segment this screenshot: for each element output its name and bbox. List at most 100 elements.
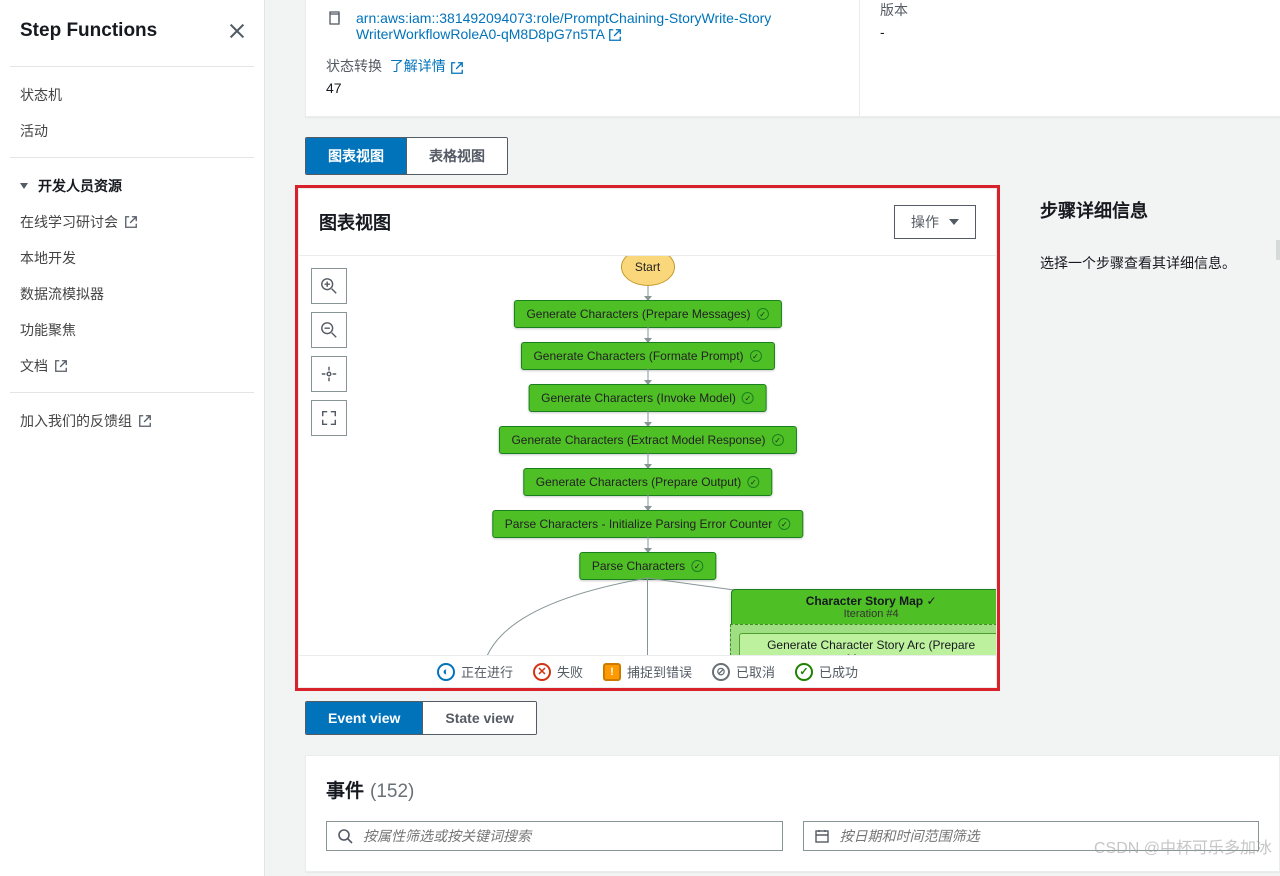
node-step[interactable]: Generate Characters (Invoke Model)✓ xyxy=(528,384,767,412)
copy-icon[interactable] xyxy=(326,10,342,26)
node-step[interactable]: Parse Characters - Initialize Parsing Er… xyxy=(492,510,803,538)
sidebar-item-statemachines[interactable]: 状态机 xyxy=(0,77,264,113)
graph-canvas[interactable]: Start Generate Characters (Prepare Messa… xyxy=(299,255,996,655)
highlighted-region: 图表视图 操作 Start Generate Characters (Prepa… xyxy=(295,185,1000,691)
chevron-down-icon xyxy=(949,219,959,225)
sidebar-item-label: 活动 xyxy=(20,121,48,141)
node-step[interactable]: Generate Characters (Extract Model Respo… xyxy=(498,426,796,454)
learn-more-link[interactable]: 了解详情 xyxy=(390,58,464,74)
check-icon: ✓ xyxy=(742,392,754,404)
sidebar-item-dataflow[interactable]: 数据流模拟器 xyxy=(0,276,264,312)
legend-label: 已成功 xyxy=(819,662,858,681)
external-link-icon xyxy=(450,61,464,75)
sidebar-item-localdev[interactable]: 本地开发 xyxy=(0,240,264,276)
event-tabs: Event view State view xyxy=(305,701,537,735)
chevron-down-icon xyxy=(20,183,28,189)
step-detail-panel: 步骤详细信息 选择一个步骤查看其详细信息。 xyxy=(1020,175,1280,701)
events-search-box[interactable] xyxy=(326,821,783,851)
legend-label: 已取消 xyxy=(736,662,775,681)
divider xyxy=(10,66,254,67)
node-step[interactable]: Parse Characters✓ xyxy=(579,552,716,580)
calendar-icon xyxy=(814,828,830,844)
search-icon xyxy=(337,828,353,844)
sidebar-item-label: 状态机 xyxy=(20,85,62,105)
check-icon: ✓ xyxy=(772,434,784,446)
external-link-icon xyxy=(54,359,68,373)
events-date-input[interactable] xyxy=(840,828,1249,844)
external-link-icon xyxy=(608,28,622,42)
check-icon: ✓ xyxy=(757,308,769,320)
legend: ◐ 正在进行 ✕ 失败 ! 捕捉到错误 ⊘ 已取消 ✓ 已成功 xyxy=(299,655,996,687)
map-iteration: Iteration #4 xyxy=(740,608,996,620)
legend-label: 捕捉到错误 xyxy=(627,662,692,681)
error-icon: ✕ xyxy=(533,663,551,681)
tab-event-view[interactable]: Event view xyxy=(306,702,422,734)
close-icon[interactable] xyxy=(228,22,246,40)
warning-icon: ! xyxy=(603,663,621,681)
sidebar: Step Functions 状态机 活动 开发人员资源 在线学习研讨会 本地开… xyxy=(0,0,265,876)
sidebar-item-feedback[interactable]: 加入我们的反馈组 xyxy=(0,403,264,439)
zoom-out-button[interactable] xyxy=(311,312,347,348)
step-detail-title: 步骤详细信息 xyxy=(1040,197,1264,223)
events-card: 事件(152) xyxy=(305,755,1280,872)
sidebar-item-workshop[interactable]: 在线学习研讨会 xyxy=(0,204,264,240)
node-map[interactable]: Character Story Map ✓Iteration #4 Genera… xyxy=(731,589,996,655)
sidebar-item-label: 功能聚焦 xyxy=(20,320,76,340)
node-map-child[interactable]: Generate Character Story Arc (Prepare Me… xyxy=(739,633,996,655)
tab-table-view[interactable]: 表格视图 xyxy=(406,138,507,174)
transitions-value: 47 xyxy=(326,80,839,96)
sidebar-item-label: 加入我们的反馈组 xyxy=(20,411,132,431)
sidebar-item-focus[interactable]: 功能聚焦 xyxy=(0,312,264,348)
iam-role-link[interactable]: arn:aws:iam::381492094073:role/PromptCha… xyxy=(356,10,776,42)
node-step[interactable]: Generate Characters (Prepare Output)✓ xyxy=(523,468,772,496)
divider xyxy=(10,157,254,158)
cancel-icon: ⊘ xyxy=(712,663,730,681)
graph-title: 图表视图 xyxy=(319,209,391,235)
legend-label: 正在进行 xyxy=(461,662,513,681)
center-button[interactable] xyxy=(311,356,347,392)
events-date-box[interactable] xyxy=(803,821,1260,851)
sidebar-item-activities[interactable]: 活动 xyxy=(0,113,264,149)
main-content: arn:aws:iam::381492094073:role/PromptCha… xyxy=(265,0,1280,876)
check-icon: ✓ xyxy=(778,518,790,530)
version-label: 版本 xyxy=(880,0,1260,20)
step-detail-hint: 选择一个步骤查看其详细信息。 xyxy=(1040,253,1264,273)
arn-text: arn:aws:iam::381492094073:role/PromptCha… xyxy=(356,10,771,42)
execution-detail-card: arn:aws:iam::381492094073:role/PromptCha… xyxy=(305,0,1280,117)
sidebar-item-label: 在线学习研讨会 xyxy=(20,212,118,232)
sidebar-item-docs[interactable]: 文档 xyxy=(0,348,264,384)
sidebar-item-label: 本地开发 xyxy=(20,248,76,268)
check-icon: ✓ xyxy=(747,476,759,488)
view-tabs: 图表视图 表格视图 xyxy=(305,137,508,175)
sidebar-section-label: 开发人员资源 xyxy=(38,176,122,196)
sidebar-item-label: 文档 xyxy=(20,356,48,376)
external-link-icon xyxy=(138,414,152,428)
map-title: Character Story Map xyxy=(806,594,923,608)
check-icon: ✓ xyxy=(750,350,762,362)
sidebar-section-dev[interactable]: 开发人员资源 xyxy=(0,168,264,204)
fullscreen-button[interactable] xyxy=(311,400,347,436)
legend-label: 失败 xyxy=(557,662,583,681)
node-step[interactable]: Generate Characters (Prepare Messages)✓ xyxy=(513,300,781,328)
node-step[interactable]: Generate Characters (Formate Prompt)✓ xyxy=(520,342,774,370)
tab-graph-view[interactable]: 图表视图 xyxy=(306,138,406,174)
sidebar-item-label: 数据流模拟器 xyxy=(20,284,104,304)
divider xyxy=(10,392,254,393)
external-link-icon xyxy=(124,215,138,229)
check-icon: ✓ xyxy=(691,560,703,572)
check-icon: ✓ xyxy=(926,594,936,608)
tab-state-view[interactable]: State view xyxy=(422,702,535,734)
transitions-label: 状态转换 了解详情 xyxy=(326,56,839,76)
node-start[interactable]: Start xyxy=(621,255,675,286)
events-search-input[interactable] xyxy=(363,828,772,844)
events-title: 事件(152) xyxy=(326,776,1259,803)
actions-button[interactable]: 操作 xyxy=(894,205,976,239)
success-icon: ✓ xyxy=(795,663,813,681)
events-count: (152) xyxy=(370,781,414,803)
graph-panel: 图表视图 操作 Start Generate Characters (Prepa… xyxy=(298,188,997,688)
version-value: - xyxy=(880,24,1260,40)
vertical-splitter[interactable] xyxy=(1276,240,1280,260)
progress-icon: ◐ xyxy=(437,663,455,681)
service-title: Step Functions xyxy=(20,20,157,42)
zoom-in-button[interactable] xyxy=(311,268,347,304)
